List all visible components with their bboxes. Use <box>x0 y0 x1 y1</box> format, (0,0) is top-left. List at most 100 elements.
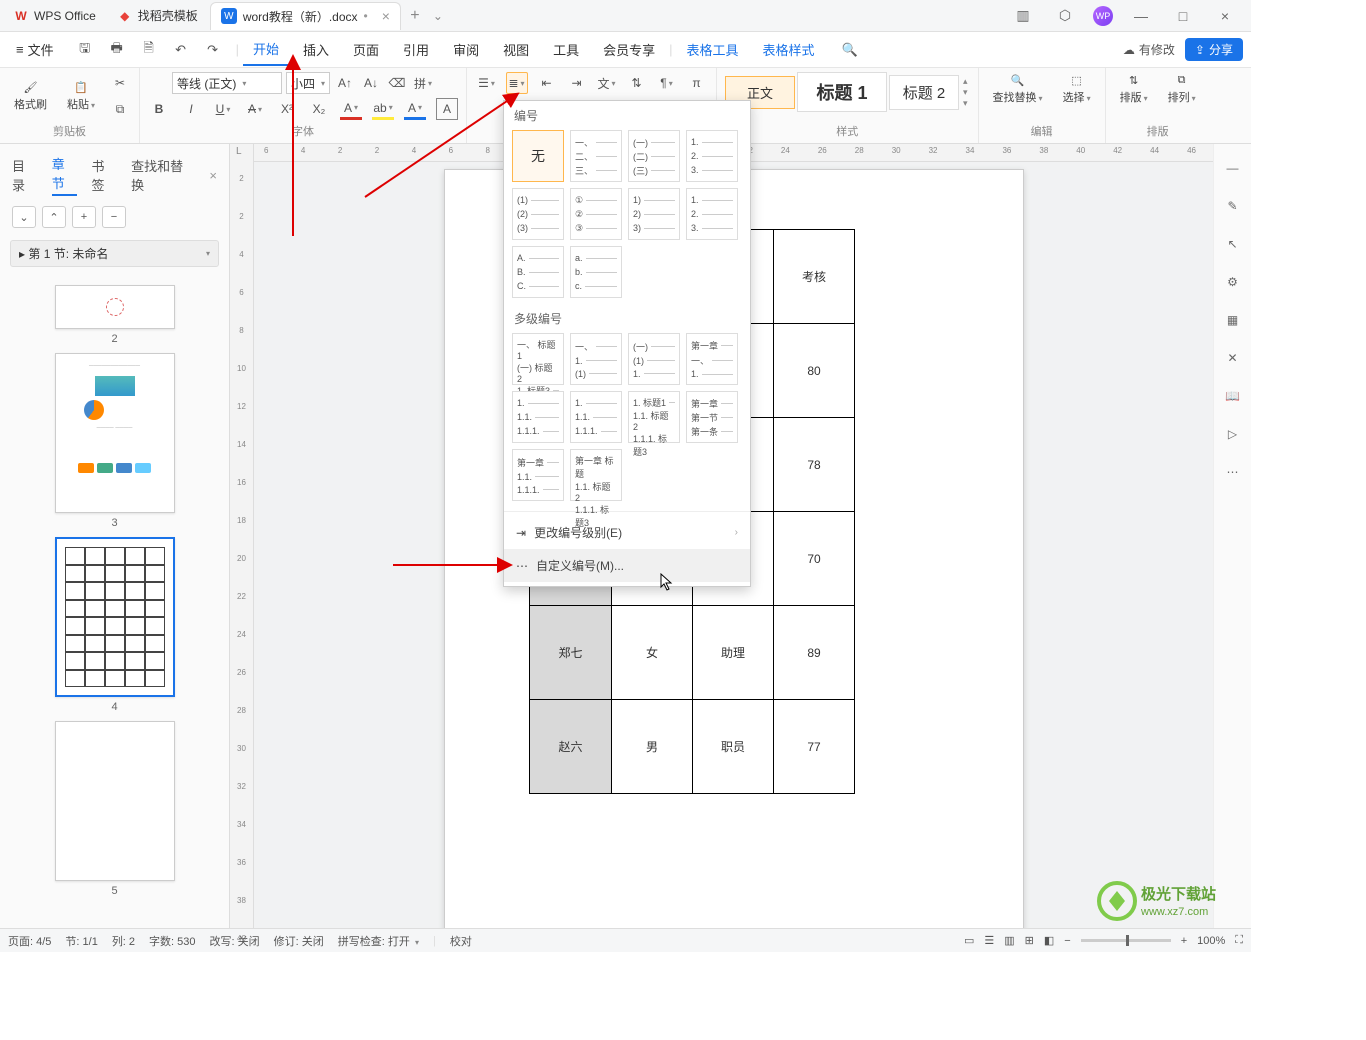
font-color-icon[interactable]: A▾ <box>340 98 362 120</box>
table-cell[interactable]: 郑七 <box>530 606 612 700</box>
layout-icon[interactable]: ▥ <box>1009 7 1037 24</box>
tools-icon[interactable]: ✕ <box>1223 348 1243 368</box>
increase-indent-icon[interactable]: ⇥ <box>566 72 588 94</box>
layout-button[interactable]: ⇅ 排版▾ <box>1114 72 1154 107</box>
italic-icon[interactable]: I <box>180 98 202 120</box>
pending-changes[interactable]: ☁ 有修改 <box>1123 41 1175 58</box>
multilevel-preset[interactable]: 第一章 一、 1. <box>686 333 738 385</box>
grow-font-icon[interactable]: A↑ <box>334 72 356 94</box>
font-name-select[interactable]: 等线 (正文) ▾ <box>172 72 282 94</box>
page-thumbnail-2[interactable] <box>55 285 175 329</box>
close-tab-icon[interactable]: × <box>382 8 390 24</box>
view-read-icon[interactable]: ☰ <box>984 934 994 947</box>
subscript-icon[interactable]: X₂ <box>308 98 330 120</box>
nav-tab-toc[interactable]: 目录 <box>12 156 38 194</box>
window-maximize-icon[interactable]: □ <box>1169 8 1197 24</box>
underline-icon[interactable]: U▾ <box>212 98 234 120</box>
save-icon[interactable]: 🖫 <box>74 39 96 61</box>
search-icon[interactable]: 🔍 <box>839 39 861 61</box>
view-print-icon[interactable]: ▭ <box>964 934 974 947</box>
numbering-preset[interactable]: ①②③ <box>570 188 622 240</box>
table-cell[interactable]: 70 <box>774 512 855 606</box>
view-web-icon[interactable]: ▥ <box>1004 934 1014 947</box>
numbering-preset[interactable]: A.B.C. <box>512 246 564 298</box>
custom-numbering[interactable]: ⋯ 自定义编号(M)... <box>504 549 750 582</box>
nav-close-icon[interactable]: × <box>209 168 217 183</box>
view-outline-icon[interactable]: ⊞ <box>1025 934 1034 947</box>
multilevel-preset[interactable]: 一、 标题1(一) 标题2 1. 标题3 <box>512 333 564 385</box>
page-thumbnail-4[interactable] <box>55 537 175 697</box>
nav-tab-find[interactable]: 查找和替换 <box>131 156 195 194</box>
multilevel-preset[interactable]: (一)(1) 1. <box>628 333 680 385</box>
arrange-button[interactable]: ⧉ 排列▾ <box>1162 72 1202 107</box>
zoom-in-icon[interactable]: + <box>1181 935 1187 947</box>
numbering-preset[interactable]: (1)(2)(3) <box>512 188 564 240</box>
window-minimize-icon[interactable]: — <box>1127 8 1155 24</box>
table-cell[interactable]: 职员 <box>693 700 774 794</box>
numbering-preset[interactable]: 1)2)3) <box>628 188 680 240</box>
nav-tab-bookmark[interactable]: 书签 <box>91 156 117 194</box>
sort-icon[interactable]: ⇅ <box>626 72 648 94</box>
new-tab-button[interactable]: + <box>403 7 427 25</box>
numbering-preset[interactable]: 1.2.3. <box>686 188 738 240</box>
pencil-icon[interactable]: ✎ <box>1223 196 1243 216</box>
nav-collapse-icon[interactable]: ⌄ <box>12 206 36 228</box>
page-thumbnail-5[interactable] <box>55 721 175 881</box>
table-cell[interactable]: 男 <box>612 700 693 794</box>
clear-format-icon[interactable]: ⌫ <box>386 72 408 94</box>
bullets-icon[interactable]: ☰▾ <box>476 72 498 94</box>
table-cell[interactable]: 助理 <box>693 606 774 700</box>
cut-icon[interactable]: ✂ <box>109 72 131 94</box>
menu-view[interactable]: 视图 <box>493 34 539 65</box>
status-revision[interactable]: 修订: 关闭 <box>274 933 324 949</box>
table-cell[interactable]: 89 <box>774 606 855 700</box>
phonetic-icon[interactable]: 拼▾ <box>412 72 434 94</box>
table-cell[interactable]: 80 <box>774 324 855 418</box>
nav-tab-chapter[interactable]: 章节 <box>52 154 78 196</box>
user-avatar[interactable]: WP <box>1093 6 1113 26</box>
cube-icon[interactable]: ⬡ <box>1051 7 1079 24</box>
copy-icon[interactable]: ⧉ <box>109 98 131 120</box>
status-spellcheck[interactable]: 拼写检查: 打开 ▾ <box>338 933 419 949</box>
decrease-indent-icon[interactable]: ⇤ <box>536 72 558 94</box>
multilevel-preset[interactable]: 一、1. (1) <box>570 333 622 385</box>
style-heading2[interactable]: 标题 2 <box>889 75 959 110</box>
superscript-icon[interactable]: X² <box>276 98 298 120</box>
multilevel-preset[interactable]: 第一章 标题1.1. 标题21.1.1. 标题3 <box>570 449 622 501</box>
table-cell[interactable]: 女 <box>612 606 693 700</box>
cursor-select-icon[interactable]: ↖ <box>1223 234 1243 254</box>
app-tab-template[interactable]: ◆ 找稻壳模板 <box>108 2 208 30</box>
window-close-icon[interactable]: × <box>1211 8 1239 24</box>
print-preview-icon[interactable]: 🗎 <box>138 39 160 61</box>
show-marks-icon[interactable]: π <box>686 72 708 94</box>
char-border-icon[interactable]: A <box>436 98 458 120</box>
numbering-preset[interactable]: 1.2.3. <box>686 130 738 182</box>
zoom-value[interactable]: 100% <box>1197 935 1225 947</box>
style-more-icon[interactable]: ▾ <box>963 98 968 109</box>
grid-icon[interactable]: ▦ <box>1223 310 1243 330</box>
multilevel-preset[interactable]: 1. 1.1. 1.1.1. <box>512 391 564 443</box>
tabs-dropdown-icon[interactable]: ⌄ <box>433 9 443 23</box>
share-button[interactable]: ⇪ 分享 <box>1185 38 1243 61</box>
fullscreen-icon[interactable]: ⛶ <box>1235 934 1243 947</box>
table-cell[interactable]: 77 <box>774 700 855 794</box>
style-heading1[interactable]: 标题 1 <box>797 72 887 112</box>
menu-member[interactable]: 会员专享 <box>593 34 665 65</box>
app-tab-wps[interactable]: W WPS Office <box>4 2 106 30</box>
table-cell[interactable]: 78 <box>774 418 855 512</box>
multilevel-preset[interactable]: 第一章 第一节 第一条 <box>686 391 738 443</box>
minus-icon[interactable]: — <box>1223 158 1243 178</box>
change-number-level[interactable]: ⇥ 更改编号级别(E) › <box>504 516 750 549</box>
multilevel-preset[interactable]: 1. 1.1. 1.1.1. <box>570 391 622 443</box>
text-direction-icon[interactable]: 文▾ <box>596 72 618 94</box>
zoom-out-icon[interactable]: − <box>1064 935 1070 947</box>
status-review[interactable]: 校对 <box>450 933 472 949</box>
highlight-icon[interactable]: ab▾ <box>372 98 394 120</box>
numbering-icon[interactable]: ≣▾ <box>506 72 528 94</box>
select-button[interactable]: ⬚ 选择▾ <box>1057 72 1097 107</box>
zoom-slider[interactable] <box>1081 939 1171 942</box>
find-replace-button[interactable]: 🔍 查找替换▾ <box>987 72 1049 107</box>
menu-home[interactable]: 开始 <box>243 33 289 66</box>
nav-expand-icon[interactable]: ⌃ <box>42 206 66 228</box>
menu-page[interactable]: 页面 <box>343 34 389 65</box>
